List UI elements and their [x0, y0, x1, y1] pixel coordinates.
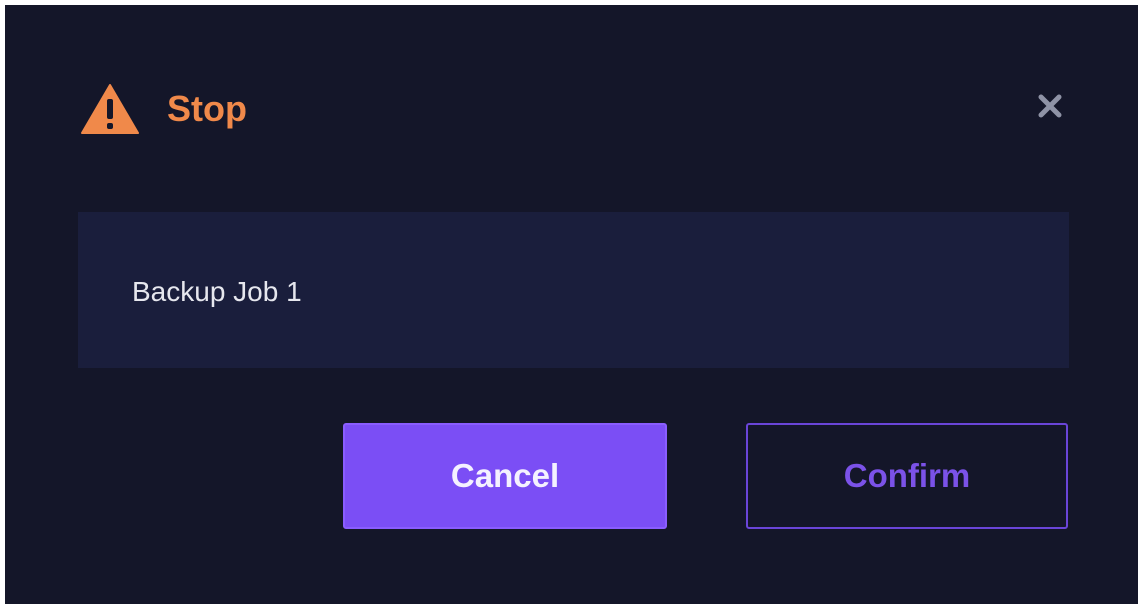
close-icon[interactable] — [1035, 91, 1065, 121]
warning-triangle-icon — [81, 84, 139, 134]
item-panel: Backup Job 1 — [78, 212, 1069, 368]
stop-dialog: Stop Backup Job 1 Cancel Confirm — [5, 5, 1138, 604]
cancel-button[interactable]: Cancel — [343, 423, 667, 529]
dialog-title: Stop — [167, 88, 247, 129]
dialog-header: Stop — [5, 5, 1138, 205]
confirm-button[interactable]: Confirm — [746, 423, 1068, 529]
item-name: Backup Job 1 — [132, 276, 302, 307]
